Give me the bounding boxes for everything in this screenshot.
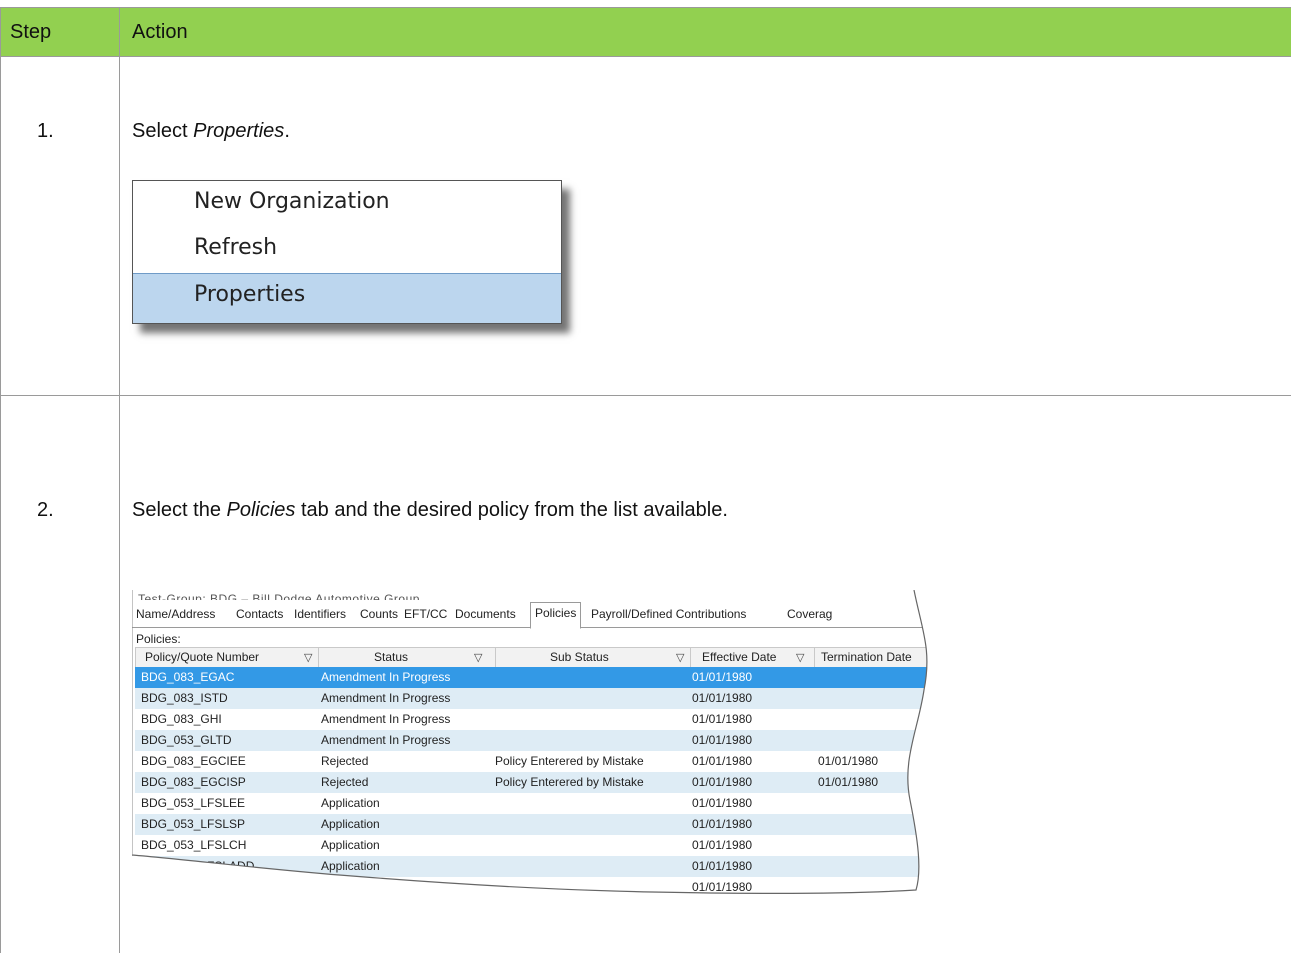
column-separator: [495, 648, 496, 667]
menu-item-new-organization[interactable]: New Organization: [133, 181, 561, 227]
tab-eft-cc[interactable]: EFT/CC: [404, 607, 447, 625]
cell-termination-date: 01/01/1980: [818, 775, 879, 789]
table-row[interactable]: BDG_083_GHI Amendment In Progress 01/01/…: [135, 709, 962, 730]
cell-effective-date: 01/01/1980: [692, 880, 753, 894]
tab-counts[interactable]: Counts: [360, 607, 398, 625]
tab-name-address[interactable]: Name/Address: [136, 607, 215, 625]
tab-policies[interactable]: Policies: [530, 602, 582, 629]
column-header-termination-date[interactable]: Termination Date: [821, 650, 912, 664]
menu-item-label: New Organization: [194, 189, 390, 214]
row-divider: [1, 395, 1291, 396]
cell-policy-number: BDG_083_EGCIEE: [141, 754, 246, 768]
filter-icon[interactable]: ▽: [796, 651, 804, 664]
column-separator: [690, 648, 691, 667]
step-1-text-after: .: [284, 120, 290, 142]
tab-documents[interactable]: Documents: [455, 607, 516, 625]
column-separator: [318, 648, 319, 667]
cell-status: Rejected: [321, 754, 369, 768]
column-header-sub-status[interactable]: Sub Status: [550, 650, 609, 664]
table-row[interactable]: 01/01/1980: [135, 877, 962, 898]
cell-status: Application: [321, 796, 380, 810]
header-step: Step: [10, 21, 52, 43]
cell-effective-date: 01/01/1980: [692, 859, 753, 873]
cell-policy-number: BDG_053_LFSLCH: [141, 838, 247, 852]
step-2-instruction: Select the Policies tab and the desired …: [132, 499, 728, 522]
cell-status: Rejected: [321, 775, 369, 789]
table-row[interactable]: BDG_053_LFSLCH Application 01/01/1980: [135, 835, 962, 856]
cell-status: Application: [321, 838, 380, 852]
table-header-row: Step Action: [1, 8, 1291, 57]
menu-item-label: Properties: [194, 282, 306, 307]
cell-policy-number: BDG_053_LFSLSP: [141, 817, 246, 831]
cell-effective-date: 01/01/1980: [692, 712, 753, 726]
cell-policy-number: BDG_083_EGAC: [141, 670, 235, 684]
cell-policy-number: BDG_083_GHI: [141, 712, 222, 726]
cell-effective-date: 01/01/1980: [692, 796, 753, 810]
step-number-2: 2.: [37, 499, 54, 521]
table-row[interactable]: BDG_053_LFSLADD Application 01/01/1980: [135, 856, 962, 877]
cell-sub-status: Policy Enterered by Mistake: [495, 775, 644, 789]
column-header-policy-number[interactable]: Policy/Quote Number: [145, 650, 259, 664]
cell-effective-date: 01/01/1980: [692, 775, 753, 789]
cell-status: Application: [321, 859, 380, 873]
step-1-text-before: Select: [132, 120, 194, 142]
cell-effective-date: 01/01/1980: [692, 733, 753, 747]
cell-status: Amendment In Progress: [321, 691, 451, 705]
cell-status: Amendment In Progress: [321, 712, 451, 726]
cell-policy-number: BDG_083_ISTD: [141, 691, 228, 705]
grid-header-row: Policy/Quote Number ▽ Status ▽ Sub Statu…: [135, 647, 962, 668]
cell-status: Amendment In Progress: [321, 733, 451, 747]
step-1-instruction: Select Properties.: [132, 120, 290, 143]
filter-icon[interactable]: ▽: [676, 651, 684, 664]
table-row[interactable]: BDG_053_GLTD Amendment In Progress 01/01…: [135, 730, 962, 751]
cell-status: Amendment In Progress: [321, 670, 451, 684]
column-divider: [119, 8, 120, 953]
cell-policy-number: BDG_053_LFSLEE: [141, 796, 246, 810]
cell-effective-date: 01/01/1980: [692, 670, 753, 684]
step-2-text-after: tab and the desired policy from the list…: [295, 499, 728, 521]
filter-icon[interactable]: ▽: [474, 651, 482, 664]
table-row[interactable]: BDG_083_EGCIEE Rejected Policy Enterered…: [135, 751, 962, 772]
cell-sub-status: Policy Enterered by Mistake: [495, 754, 644, 768]
policies-screenshot: Test-Group: BDG – Bill Dodge Automotive …: [132, 590, 962, 910]
tab-strip: Name/Address Contacts Identifiers Counts…: [132, 602, 962, 629]
tab-identifiers[interactable]: Identifiers: [294, 607, 346, 625]
policies-list-label: Policies:: [136, 632, 181, 646]
filter-icon[interactable]: ▽: [304, 651, 312, 664]
table-row[interactable]: BDG_083_ISTD Amendment In Progress 01/01…: [135, 688, 962, 709]
cell-termination-date: 01/01/1980: [818, 754, 879, 768]
table-row[interactable]: BDG_053_LFSLEE Application 01/01/1980: [135, 793, 962, 814]
step-1-text-italic: Properties: [193, 120, 285, 142]
column-separator: [814, 648, 815, 667]
table-row[interactable]: BDG_053_LFSLSP Application 01/01/1980: [135, 814, 962, 835]
step-number-1: 1.: [37, 120, 54, 142]
header-action: Action: [132, 21, 188, 43]
cell-effective-date: 01/01/1980: [692, 817, 753, 831]
cell-policy-number: BDG_083_EGCISP: [141, 775, 246, 789]
context-menu: New Organization Refresh Properties: [132, 180, 562, 324]
procedure-table: Step Action 1. Select Properties. New Or…: [0, 7, 1291, 953]
column-header-effective-date[interactable]: Effective Date: [702, 650, 776, 664]
cell-effective-date: 01/01/1980: [692, 838, 753, 852]
menu-item-label: Refresh: [194, 235, 278, 260]
window-title: Test-Group: BDG – Bill Dodge Automotive …: [138, 592, 420, 600]
cell-effective-date: 01/01/1980: [692, 691, 753, 705]
menu-item-refresh[interactable]: Refresh: [133, 227, 561, 273]
policies-grid: Policy/Quote Number ▽ Status ▽ Sub Statu…: [135, 647, 962, 910]
cell-status: Application: [321, 817, 380, 831]
table-row[interactable]: BDG_083_EGAC Amendment In Progress 01/01…: [135, 667, 962, 688]
tab-contacts[interactable]: Contacts: [236, 607, 283, 625]
tab-coverages[interactable]: Coverag: [787, 607, 832, 625]
cell-policy-number: BDG_053_GLTD: [141, 733, 232, 747]
step-2-text-italic: Policies: [226, 499, 296, 521]
cell-policy-number: BDG_053_LFSLADD: [141, 859, 255, 873]
table-row[interactable]: BDG_083_EGCISP Rejected Policy Enterered…: [135, 772, 962, 793]
tab-payroll-defined-contributions[interactable]: Payroll/Defined Contributions: [591, 607, 746, 625]
step-2-text-before: Select the: [132, 499, 227, 521]
menu-item-properties[interactable]: Properties: [133, 273, 561, 323]
cell-effective-date: 01/01/1980: [692, 754, 753, 768]
column-header-status[interactable]: Status: [374, 650, 408, 664]
